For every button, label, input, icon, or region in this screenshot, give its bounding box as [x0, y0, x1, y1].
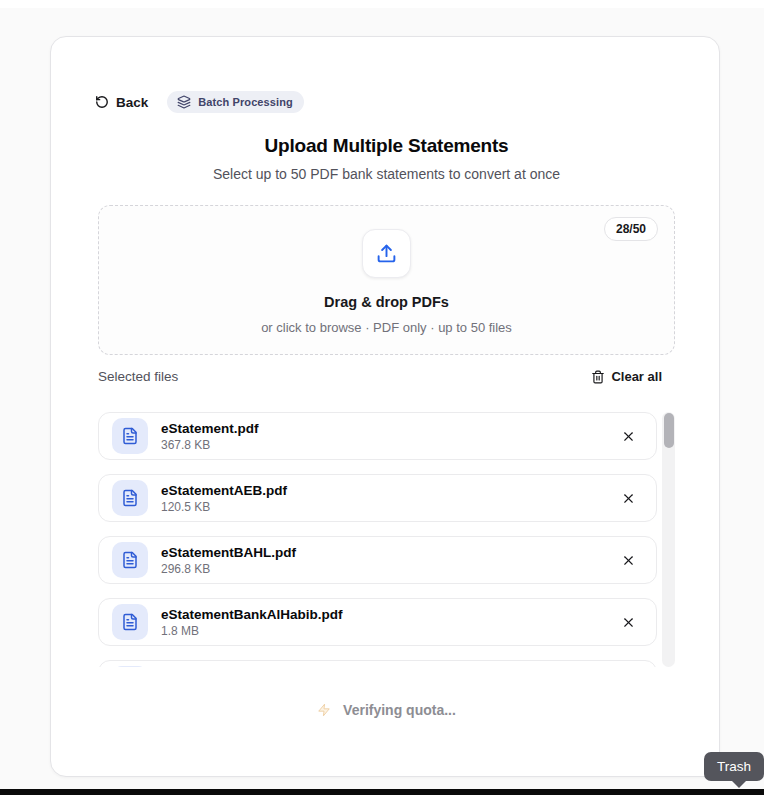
file-meta: eStatement.pdf 367.8 KB — [161, 420, 617, 453]
header-row: Back Batch Processing — [98, 91, 675, 113]
file-name: eStatementAEB.pdf — [161, 482, 617, 499]
scrollbar-thumb[interactable] — [664, 413, 674, 448]
file-text-icon — [121, 613, 139, 631]
dropzone-headline: Drag & drop PDFs — [324, 294, 449, 310]
batch-processing-badge: Batch Processing — [167, 91, 304, 113]
trash-tooltip-label: Trash — [717, 759, 751, 774]
file-name: eStatementBAHL.pdf — [161, 544, 617, 561]
file-count-badge: 28/50 — [604, 217, 658, 241]
tooltip-tail — [731, 780, 747, 788]
page-subtitle: Select up to 50 PDF bank statements to c… — [98, 166, 675, 182]
file-meta: eStatementBankAlHabib.pdf 1.8 MB — [161, 606, 617, 639]
quota-status: Verifying quota... — [98, 702, 675, 718]
top-bar — [0, 0, 764, 8]
file-icon-box — [112, 666, 148, 667]
file-icon-box — [112, 604, 148, 640]
file-row: eStatementAEB.pdf 120.5 KB — [98, 474, 657, 522]
scrollbar[interactable] — [662, 412, 675, 667]
file-icon-box — [112, 480, 148, 516]
file-size: 1.8 MB — [161, 624, 617, 639]
file-size: 120.5 KB — [161, 500, 617, 515]
bottom-bar — [0, 789, 764, 795]
upload-icon-box — [362, 229, 411, 278]
file-meta: eStatementAEB.pdf 120.5 KB — [161, 482, 617, 515]
file-text-icon — [121, 551, 139, 569]
file-size: 296.8 KB — [161, 562, 617, 577]
zap-icon — [317, 703, 331, 717]
x-icon — [621, 491, 636, 506]
file-row: eStatementBankAlHabib.pdf 1.8 MB — [98, 598, 657, 646]
remove-file-button[interactable] — [617, 425, 640, 448]
file-row — [98, 660, 657, 667]
page-title: Upload Multiple Statements — [98, 135, 675, 157]
dropzone[interactable]: 28/50 Drag & drop PDFs or click to brows… — [98, 205, 675, 355]
back-label: Back — [116, 95, 148, 110]
clear-all-button[interactable]: Clear all — [591, 369, 662, 384]
layers-icon — [177, 95, 191, 109]
remove-file-button[interactable] — [617, 611, 640, 634]
badge-label: Batch Processing — [198, 96, 293, 108]
file-text-icon — [121, 489, 139, 507]
file-row: eStatementBAHL.pdf 296.8 KB — [98, 536, 657, 584]
file-text-icon — [121, 427, 139, 445]
x-icon — [621, 553, 636, 568]
back-button[interactable]: Back — [95, 95, 148, 110]
x-icon — [621, 615, 636, 630]
trash-icon — [591, 370, 605, 384]
file-row: eStatement.pdf 367.8 KB — [98, 412, 657, 460]
remove-file-button[interactable] — [617, 487, 640, 510]
dropzone-subtext: or click to browse · PDF only · up to 50… — [261, 320, 512, 335]
file-rows: eStatement.pdf 367.8 KB eStatementAEB.pd… — [98, 412, 657, 667]
file-list: eStatement.pdf 367.8 KB eStatementAEB.pd… — [98, 412, 675, 667]
files-header: Selected files Clear all — [98, 368, 675, 385]
rotate-ccw-icon — [95, 95, 109, 109]
quota-label: Verifying quota... — [343, 702, 456, 718]
file-name: eStatement.pdf — [161, 420, 617, 437]
x-icon — [621, 429, 636, 444]
trash-tooltip: Trash — [704, 752, 764, 781]
file-icon-box — [112, 542, 148, 578]
file-icon-box — [112, 418, 148, 454]
upload-icon — [376, 243, 397, 264]
remove-file-button[interactable] — [617, 549, 640, 572]
file-meta: eStatementBAHL.pdf 296.8 KB — [161, 544, 617, 577]
file-size: 367.8 KB — [161, 438, 617, 453]
file-name: eStatementBankAlHabib.pdf — [161, 606, 617, 623]
upload-card: Back Batch Processing Upload Multiple St… — [50, 36, 720, 777]
selected-files-label: Selected files — [98, 369, 178, 384]
clear-all-label: Clear all — [611, 369, 662, 384]
